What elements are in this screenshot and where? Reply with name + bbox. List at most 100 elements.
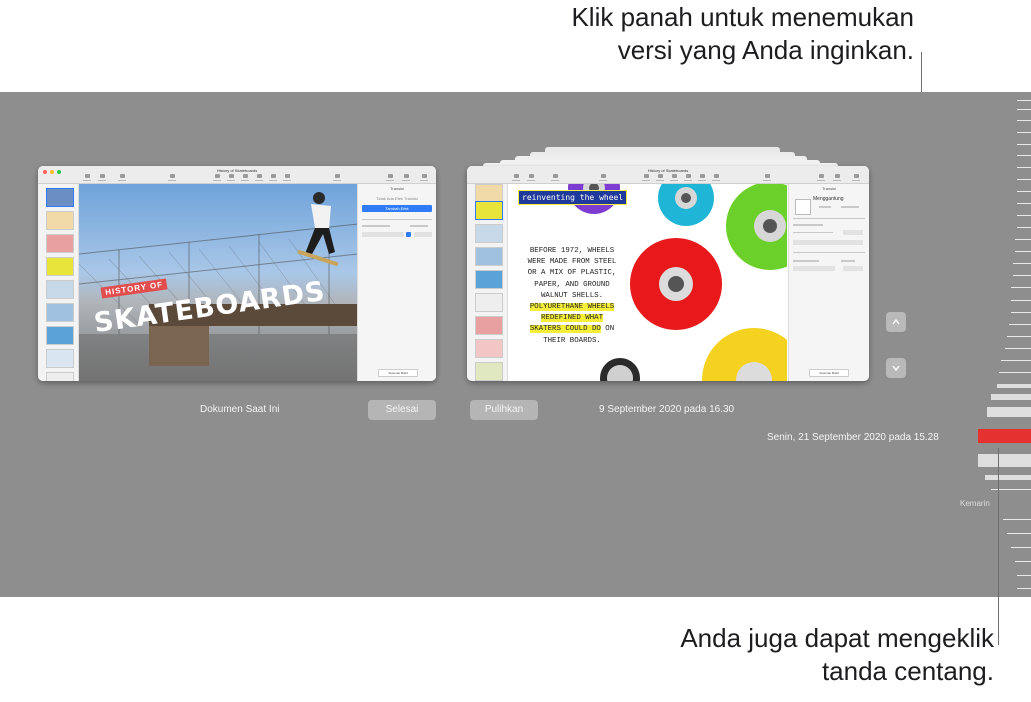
inspector-field-icon [406, 232, 411, 237]
timeline-tick[interactable] [1009, 324, 1031, 325]
timeline-tick[interactable] [991, 394, 1031, 400]
timeline-tick[interactable] [1017, 191, 1031, 192]
chart-icon [227, 174, 235, 182]
timeline-tick[interactable] [1015, 251, 1031, 252]
chevron-down-icon [892, 365, 900, 372]
slide-thumbnail[interactable] [475, 201, 503, 220]
inspector-field[interactable] [793, 266, 835, 271]
timeline-tick[interactable] [1017, 144, 1031, 145]
add-slide-icon [118, 174, 126, 182]
inspector-row [410, 225, 428, 227]
next-version-button[interactable] [886, 358, 906, 378]
timeline-tick[interactable] [1017, 109, 1031, 110]
text-icon [241, 174, 249, 182]
media-icon [269, 174, 277, 182]
timeline-tick[interactable] [1015, 239, 1031, 240]
timeline-tick[interactable] [1017, 179, 1031, 180]
current-document-window[interactable]: History of Skateboards HISTORY OF SKATEB… [38, 166, 436, 381]
inspector-divider [793, 218, 865, 219]
slide-thumbnail[interactable] [46, 234, 74, 253]
inspector-field[interactable] [843, 266, 863, 271]
timeline-tick[interactable] [1017, 227, 1031, 228]
timeline-yesterday-label: Kemarin [960, 499, 990, 508]
previous-version-button[interactable] [886, 312, 906, 332]
build-order-button[interactable]: Susunan Build [378, 369, 418, 377]
slide-thumbnail[interactable] [46, 349, 74, 368]
animate-icon [402, 174, 410, 182]
timeline-tick[interactable] [1011, 312, 1031, 313]
media-icon [698, 174, 706, 182]
timeline-tick[interactable] [1013, 275, 1031, 276]
slide-thumbnail[interactable] [475, 339, 503, 358]
inspector-field[interactable] [793, 240, 863, 245]
timeline-selected-marker[interactable] [978, 429, 1031, 443]
previous-version-window[interactable]: History of Skateboards reinventing the w… [467, 166, 869, 381]
build-order-button[interactable]: Susunan Build [809, 369, 849, 377]
timeline-tick[interactable] [1017, 575, 1031, 576]
timeline-tick[interactable] [1017, 588, 1031, 589]
callout-arrows-line2: versi yang Anda inginkan. [617, 35, 914, 65]
slide-thumbnail[interactable] [46, 188, 74, 207]
timeline[interactable] [951, 92, 1031, 597]
slide-navigator [467, 184, 508, 381]
timeline-tick[interactable] [1017, 132, 1031, 133]
timeline-tick[interactable] [1011, 547, 1031, 548]
timeline-tick[interactable] [1011, 300, 1031, 301]
timeline-tick[interactable] [1017, 203, 1031, 204]
inspector-panel: Transisi Tidak Ada Efek Transisi Tambah … [357, 184, 436, 381]
slide-thumbnail[interactable] [46, 211, 74, 230]
slide-thumbnail[interactable] [46, 303, 74, 322]
timeline-tick[interactable] [999, 372, 1031, 373]
inspector-heading: Transisi [390, 186, 404, 191]
timeline-tick[interactable] [985, 475, 1031, 480]
inspector-slider[interactable] [793, 232, 833, 233]
inspector-field[interactable] [362, 232, 404, 237]
inspector-field[interactable] [414, 232, 432, 237]
timeline-tick[interactable] [997, 384, 1031, 388]
timeline-tick[interactable] [1017, 167, 1031, 168]
slide-thumbnail[interactable] [475, 316, 503, 335]
timeline-tick[interactable] [1007, 533, 1031, 534]
inspector-heading: Transisi [822, 186, 836, 191]
inspector-field[interactable] [843, 230, 863, 235]
timeline-tick[interactable] [1007, 336, 1031, 337]
slide-thumbnail[interactable] [475, 247, 503, 266]
chevron-up-icon [892, 318, 900, 325]
slide-thumbnail[interactable] [46, 257, 74, 276]
inspector-divider [362, 219, 432, 220]
table-icon [642, 174, 650, 182]
inspector-row [793, 224, 823, 226]
slide-thumbnail[interactable] [475, 224, 503, 243]
timeline-tick[interactable] [1017, 215, 1031, 216]
highlight-line: POLYURETHANE WHEELS [529, 303, 615, 312]
timeline-tick[interactable] [1015, 561, 1031, 562]
timeline-tick[interactable] [1003, 519, 1031, 520]
slide-thumbnail[interactable] [475, 270, 503, 289]
slide-thumbnail[interactable] [46, 326, 74, 345]
play-icon [168, 174, 176, 182]
body-line: OR A MIX OF PLASTIC, [527, 269, 617, 278]
done-button[interactable]: Selesai [368, 400, 436, 420]
timeline-tick[interactable] [1017, 155, 1031, 156]
timeline-tick[interactable] [1001, 360, 1031, 361]
toolbar [38, 173, 436, 183]
slide-canvas: HISTORY OF SKATEBOARDS [79, 184, 358, 381]
slide-thumbnail[interactable] [475, 293, 503, 312]
timeline-tick[interactable] [991, 489, 1031, 490]
inspector-status: Tidak Ada Efek Transisi [376, 196, 418, 201]
timeline-tick[interactable] [1017, 100, 1031, 101]
timeline-tick[interactable] [987, 407, 1031, 417]
timeline-tick[interactable] [1013, 263, 1031, 264]
timeline-tick[interactable] [1005, 348, 1031, 349]
slide-thumbnail[interactable] [46, 280, 74, 299]
add-effect-button[interactable]: Tambah Efek [362, 205, 432, 212]
timeline-tick[interactable] [1011, 287, 1031, 288]
timeline-tick[interactable] [1017, 120, 1031, 121]
restore-button[interactable]: Pulihkan [470, 400, 538, 420]
toolbar [467, 173, 869, 183]
inspector-label: Menggantung [813, 196, 844, 202]
timeline-tick[interactable] [978, 454, 1031, 467]
slide-thumbnail[interactable] [46, 372, 74, 381]
slide-thumbnail[interactable] [475, 362, 503, 381]
view-icon [512, 174, 520, 182]
